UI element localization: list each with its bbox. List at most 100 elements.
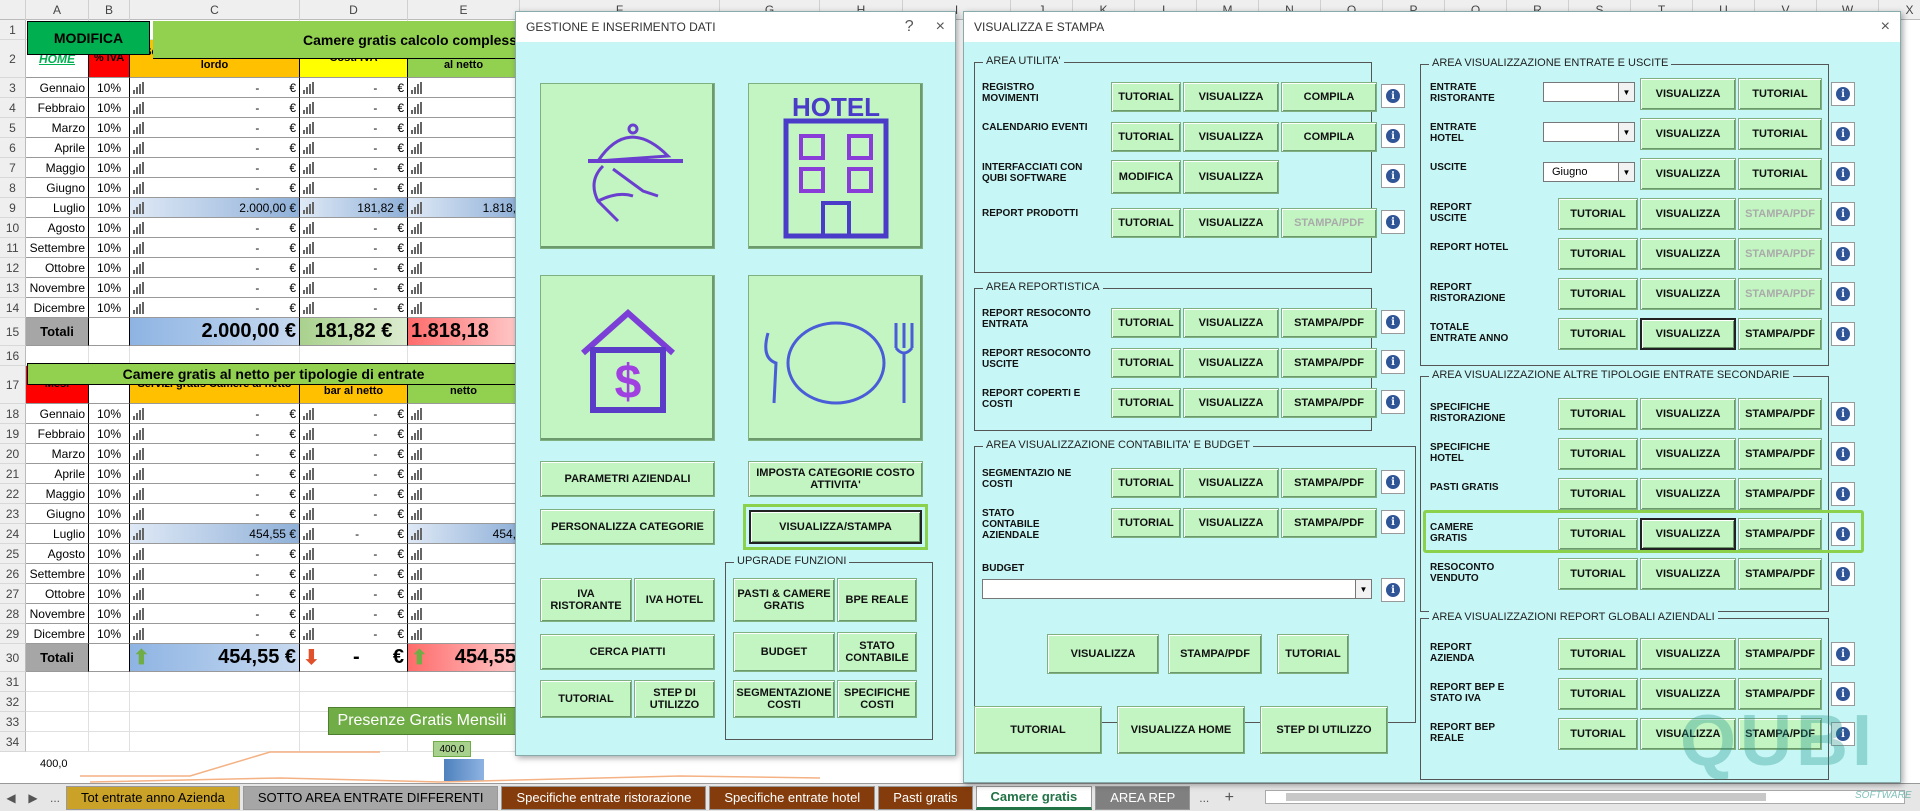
visualizza-report-prodotti-button[interactable]: VISUALIZZA bbox=[1183, 208, 1279, 238]
value-cell[interactable] bbox=[408, 464, 520, 484]
row-number[interactable]: 20 bbox=[0, 444, 26, 464]
visualizza-segmentazione-button[interactable]: VISUALIZZA bbox=[1183, 468, 1279, 498]
visualizza-rep-rist-button[interactable]: VISUALIZZA bbox=[1640, 278, 1736, 310]
tutorial-rep-hotel-button[interactable]: TUTORIAL bbox=[1558, 238, 1638, 270]
value-cell[interactable] bbox=[408, 544, 520, 564]
value-cell[interactable]: - € bbox=[130, 444, 300, 464]
menu-button[interactable] bbox=[748, 275, 923, 441]
empty-cell[interactable] bbox=[89, 712, 130, 732]
value-cell[interactable] bbox=[408, 178, 520, 198]
row-number[interactable]: 14 bbox=[0, 298, 26, 318]
value-cell[interactable]: 1.818, bbox=[408, 198, 520, 218]
tutorial-rep-azienda-button[interactable]: TUTORIAL bbox=[1558, 638, 1638, 670]
uscite-combo[interactable]: Giugno ▼ bbox=[1543, 162, 1635, 182]
info-spec-hotel-button[interactable]: i bbox=[1831, 442, 1855, 466]
value-cell[interactable] bbox=[408, 604, 520, 624]
stampa-res-entrata-button[interactable]: STAMPA/PDF bbox=[1281, 308, 1377, 338]
iva-cell[interactable]: 10% bbox=[89, 198, 130, 218]
tutorial-ent-hotel-button[interactable]: TUTORIAL bbox=[1738, 118, 1822, 150]
value-cell[interactable]: - € bbox=[300, 544, 408, 564]
info-interfacciati-button[interactable]: i bbox=[1381, 164, 1405, 188]
value-cell[interactable]: 454, bbox=[408, 524, 520, 544]
tutorial-rep-bep-button[interactable]: TUTORIAL bbox=[1558, 678, 1638, 710]
select-all-corner[interactable] bbox=[0, 0, 26, 20]
tutorial-resoconto-button[interactable]: TUTORIAL bbox=[1558, 558, 1638, 590]
row-number[interactable]: 34 bbox=[0, 732, 26, 752]
row-number[interactable]: 28 bbox=[0, 604, 26, 624]
row-number[interactable]: 15 bbox=[0, 318, 26, 346]
row-number[interactable]: 24 bbox=[0, 524, 26, 544]
month-cell[interactable]: Agosto bbox=[26, 544, 89, 564]
value-cell[interactable]: - € bbox=[130, 584, 300, 604]
month-cell[interactable]: Aprile bbox=[26, 464, 89, 484]
iva-cell[interactable]: 10% bbox=[89, 544, 130, 564]
value-cell[interactable]: 181,82 € bbox=[300, 198, 408, 218]
total-d[interactable]: 181,82 € bbox=[300, 318, 408, 346]
tutorial-rep-rist-button[interactable]: TUTORIAL bbox=[1558, 278, 1638, 310]
stampa-segmentazione-button[interactable]: STAMPA/PDF bbox=[1281, 468, 1377, 498]
iva-cell[interactable]: 10% bbox=[89, 604, 130, 624]
month-cell[interactable]: Novembre bbox=[26, 604, 89, 624]
visualizza-spec-rist-button[interactable]: VISUALIZZA bbox=[1640, 398, 1736, 430]
month-cell[interactable]: Marzo bbox=[26, 118, 89, 138]
stampa-coperti-button[interactable]: STAMPA/PDF bbox=[1281, 388, 1377, 418]
value-cell[interactable] bbox=[408, 78, 520, 98]
tutorial-ent-rist-button[interactable]: TUTORIAL bbox=[1738, 78, 1822, 110]
compila-calendario-button[interactable]: COMPILA bbox=[1281, 122, 1377, 152]
value-cell[interactable] bbox=[408, 258, 520, 278]
info-report-prodotti-button[interactable]: i bbox=[1381, 210, 1405, 234]
iva-cell[interactable]: 10% bbox=[89, 404, 130, 424]
empty-cell[interactable] bbox=[408, 672, 520, 692]
value-cell[interactable]: - € bbox=[300, 524, 408, 544]
value-cell[interactable]: - € bbox=[300, 78, 408, 98]
finance-button[interactable]: $ bbox=[540, 275, 715, 441]
stampa-stato-contabile-button[interactable]: STAMPA/PDF bbox=[1281, 508, 1377, 538]
segmentazione-costi-button[interactable]: SEGMENTAZIONE COSTI bbox=[733, 680, 835, 718]
info-rep-azienda-button[interactable]: i bbox=[1831, 642, 1855, 666]
row-number[interactable]: 5 bbox=[0, 118, 26, 138]
row-number[interactable]: 1 bbox=[0, 20, 26, 40]
month-cell[interactable]: Ottobre bbox=[26, 584, 89, 604]
value-cell[interactable]: - € bbox=[130, 544, 300, 564]
iva-cell[interactable]: 10% bbox=[89, 278, 130, 298]
tutorial-report-prodotti-button[interactable]: TUTORIAL bbox=[1111, 208, 1181, 238]
tutorial-pasti-button[interactable]: TUTORIAL bbox=[1558, 478, 1638, 510]
row-number[interactable]: 19 bbox=[0, 424, 26, 444]
iva-cell[interactable]: 10% bbox=[89, 564, 130, 584]
specifiche-costi-button[interactable]: SPECIFICHE COSTI bbox=[837, 680, 917, 718]
row-number[interactable]: 16 bbox=[0, 346, 26, 366]
value-cell[interactable]: 2.000,00 € bbox=[130, 198, 300, 218]
value-cell[interactable]: - € bbox=[130, 484, 300, 504]
empty-cell[interactable] bbox=[300, 672, 408, 692]
visualizza-stampa-button[interactable]: VISUALIZZA/STAMPA bbox=[743, 504, 928, 550]
row-number[interactable]: 9 bbox=[0, 198, 26, 218]
empty-cell[interactable] bbox=[130, 712, 300, 732]
empty-cell[interactable] bbox=[89, 672, 130, 692]
month-cell[interactable]: Settembre bbox=[26, 564, 89, 584]
value-cell[interactable]: - € bbox=[300, 404, 408, 424]
info-resoconto-button[interactable]: i bbox=[1831, 562, 1855, 586]
tutorial-tot-entrate-button[interactable]: TUTORIAL bbox=[1558, 318, 1638, 350]
column-header[interactable]: E bbox=[408, 0, 520, 20]
tab-more-right[interactable]: ... bbox=[1193, 791, 1215, 805]
value-cell[interactable]: - € bbox=[300, 484, 408, 504]
info-tot-entrate-button[interactable]: i bbox=[1831, 322, 1855, 346]
scroll-thumb[interactable] bbox=[1286, 793, 1766, 801]
value-cell[interactable]: - € bbox=[130, 78, 300, 98]
iva-cell[interactable]: 10% bbox=[89, 584, 130, 604]
month-cell[interactable]: Aprile bbox=[26, 138, 89, 158]
row-number[interactable]: 33 bbox=[0, 712, 26, 732]
visualizza-rep-hotel-button[interactable]: VISUALIZZA bbox=[1640, 238, 1736, 270]
value-cell[interactable]: - € bbox=[300, 138, 408, 158]
iva-cell[interactable]: 10% bbox=[89, 98, 130, 118]
value-cell[interactable]: - € bbox=[300, 238, 408, 258]
visualizza-rep-azienda-button[interactable]: VISUALIZZA bbox=[1640, 638, 1736, 670]
budget-button[interactable]: BUDGET bbox=[733, 632, 835, 672]
visualizza-res-uscite-button[interactable]: VISUALIZZA bbox=[1183, 348, 1279, 378]
month-cell[interactable]: Maggio bbox=[26, 484, 89, 504]
month-cell[interactable]: Dicembre bbox=[26, 624, 89, 644]
row-number[interactable]: 2 bbox=[0, 40, 26, 78]
visualizza-resoconto-button[interactable]: VISUALIZZA bbox=[1640, 558, 1736, 590]
stampa-spec-rist-button[interactable]: STAMPA/PDF bbox=[1738, 398, 1822, 430]
iva-cell[interactable]: 10% bbox=[89, 158, 130, 178]
